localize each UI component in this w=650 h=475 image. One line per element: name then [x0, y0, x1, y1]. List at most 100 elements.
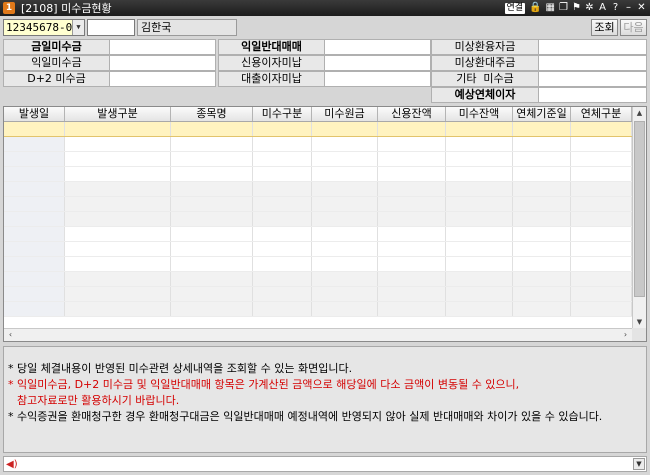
table-row[interactable] [4, 152, 632, 167]
table-cell [253, 182, 312, 196]
table-cell [513, 197, 571, 211]
table-cell [4, 167, 65, 181]
font-icon[interactable]: A [598, 1, 607, 15]
summary-col-3: 미상환융자금 미상환대주금 기타 미수금 예상연체이자 [431, 39, 647, 103]
table-cell [571, 257, 632, 271]
settings-icon[interactable]: ✲ [585, 1, 594, 15]
horizontal-scrollbar[interactable]: ‹ › [4, 328, 632, 341]
table-row[interactable] [4, 212, 632, 227]
table-cell [378, 227, 446, 241]
account-select[interactable]: 12345678-01 ▼ [3, 19, 85, 36]
table-row[interactable] [4, 167, 632, 182]
table-cell [571, 227, 632, 241]
table-row[interactable] [4, 302, 632, 317]
table-cell [253, 122, 312, 136]
table-cell [4, 137, 65, 151]
scroll-thumb[interactable] [634, 121, 645, 297]
table-cell [4, 152, 65, 166]
table-cell [312, 122, 378, 136]
table-row[interactable] [4, 257, 632, 272]
table-cell [312, 242, 378, 256]
table-cell [171, 152, 253, 166]
table-cell [446, 197, 513, 211]
summary-value [325, 55, 431, 71]
table-cell [253, 212, 312, 226]
column-header[interactable]: 연체기준일 [513, 107, 571, 121]
next-button[interactable]: 다음 [620, 19, 647, 36]
table-cell [4, 242, 65, 256]
pin-icon[interactable]: ⚑ [572, 1, 581, 15]
table-cell [171, 137, 253, 151]
scroll-left-icon[interactable]: ‹ [4, 329, 17, 341]
table-cell [312, 137, 378, 151]
chevron-down-icon[interactable]: ▼ [72, 20, 84, 35]
column-header[interactable]: 미수원금 [312, 107, 378, 121]
table-row[interactable] [4, 122, 632, 137]
table-row[interactable] [4, 287, 632, 302]
table-cell [378, 182, 446, 196]
table-cell [378, 122, 446, 136]
column-header[interactable]: 연체구분 [571, 107, 632, 121]
table-cell [571, 167, 632, 181]
table-row[interactable] [4, 272, 632, 287]
table-row[interactable] [4, 227, 632, 242]
table-cell [65, 227, 171, 241]
summary-label: 금일미수금 [3, 39, 110, 55]
summary-row: 기타 미수금 [431, 71, 647, 87]
table-row[interactable] [4, 137, 632, 152]
table-cell [378, 302, 446, 316]
query-button[interactable]: 조회 [591, 19, 618, 36]
table-cell [312, 167, 378, 181]
table-cell [65, 302, 171, 316]
column-header[interactable]: 발생일 [4, 107, 65, 121]
table-cell [253, 257, 312, 271]
scroll-right-icon[interactable]: › [619, 329, 632, 341]
app-badge: 1 [3, 2, 15, 14]
summary-row: 대출이자미납 [218, 71, 431, 87]
summary-row: 미상환융자금 [431, 39, 647, 55]
column-header[interactable]: 종목명 [171, 107, 253, 121]
minimize-icon[interactable]: – [624, 1, 633, 15]
table-cell [65, 137, 171, 151]
table-cell [513, 287, 571, 301]
notes-panel: * 당일 체결내용이 반영된 미수관련 상세내역을 조회할 수 있는 화면입니다… [3, 346, 647, 453]
table-cell [171, 302, 253, 316]
column-header[interactable]: 발생구분 [65, 107, 171, 121]
table-cell [446, 242, 513, 256]
column-header[interactable]: 미수잔액 [446, 107, 513, 121]
vertical-scrollbar[interactable]: ▲ ▼ [632, 107, 646, 329]
column-header[interactable]: 미수구분 [253, 107, 312, 121]
close-icon[interactable]: ✕ [637, 1, 646, 15]
table-cell [378, 272, 446, 286]
table-cell [4, 122, 65, 136]
table-cell [253, 167, 312, 181]
table-cell [253, 272, 312, 286]
table-row[interactable] [4, 182, 632, 197]
link-button[interactable]: 연결 [504, 2, 526, 14]
note-line: * 수익증권을 환매청구한 경우 환매청구대금은 익일반대매매 예정내역에 반영… [8, 410, 603, 423]
scroll-up-icon[interactable]: ▲ [633, 107, 646, 120]
column-header[interactable]: 신용잔액 [378, 107, 446, 121]
lock-icon[interactable]: 🔒 [529, 1, 541, 15]
table-cell [513, 302, 571, 316]
speaker-icon[interactable]: ◀) [6, 458, 18, 471]
summary-row: 금일미수금 [3, 39, 216, 55]
summary-label: 대출이자미납 [218, 71, 325, 87]
table-cell [65, 257, 171, 271]
copy-icon[interactable]: ❐ [559, 1, 568, 15]
table-row[interactable] [4, 242, 632, 257]
summary-row: 익일미수금 [3, 55, 216, 71]
table-cell [312, 287, 378, 301]
table-cell [65, 272, 171, 286]
password-input[interactable] [87, 19, 135, 36]
table-cell [65, 287, 171, 301]
detail-grid: 발생일 발생구분 종목명 미수구분 미수원금 신용잔액 미수잔액 연체기준일 연체구분 ▲ ▼ … [3, 106, 647, 342]
help-icon[interactable]: ? [611, 1, 620, 15]
status-bar: ◀) ▼ [3, 456, 647, 472]
table-cell [446, 122, 513, 136]
table-cell [65, 182, 171, 196]
chevron-down-icon[interactable]: ▼ [633, 458, 645, 470]
grid-icon[interactable]: ▦ [546, 1, 555, 15]
table-row[interactable] [4, 197, 632, 212]
table-cell [513, 182, 571, 196]
